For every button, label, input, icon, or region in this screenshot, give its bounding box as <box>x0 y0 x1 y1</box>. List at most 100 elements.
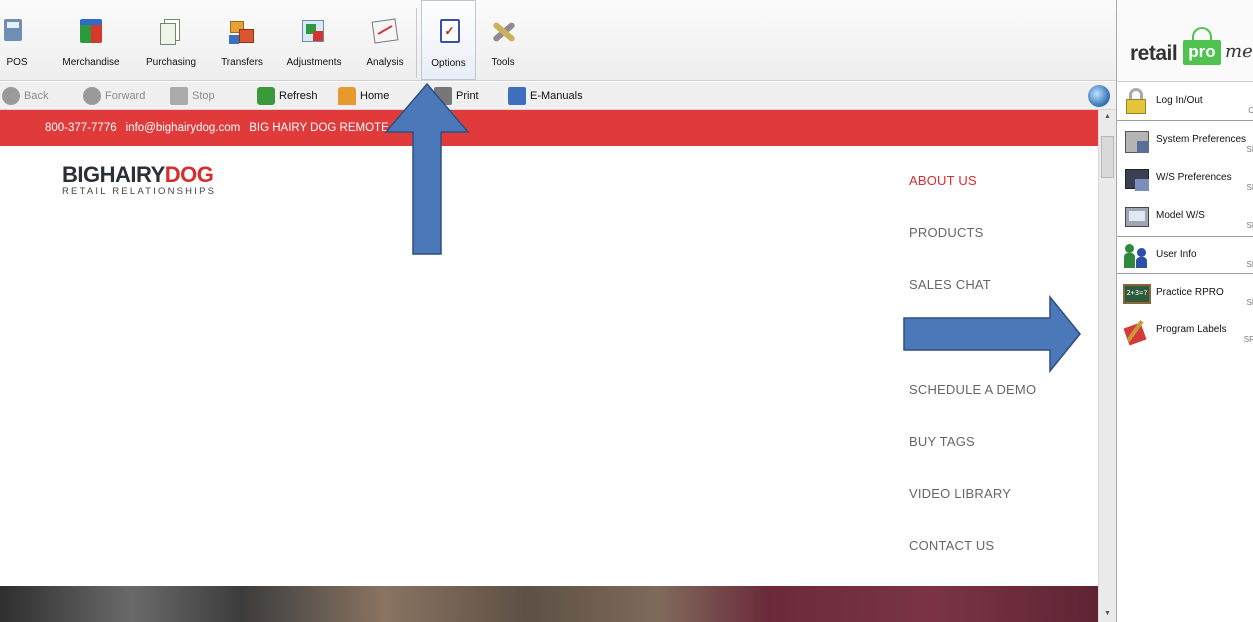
menu-contact-us[interactable]: CONTACT US <box>909 538 994 553</box>
toolbar-transfers-button[interactable]: Transfers <box>218 0 266 80</box>
home-icon <box>338 87 356 105</box>
refresh-button[interactable]: Refresh <box>257 86 318 106</box>
brand-retail-text: retail <box>1130 42 1178 65</box>
logo-tagline: RETAIL RELATIONSHIPS <box>62 186 217 197</box>
forward-arrow-icon <box>83 87 101 105</box>
workstation-preferences-icon <box>1123 165 1151 193</box>
side-item-model-ws[interactable]: Model W/S SI <box>1123 198 1253 236</box>
back-arrow-icon <box>2 87 20 105</box>
side-item-system-preferences[interactable]: System Preferences SI <box>1123 122 1253 160</box>
stop-button[interactable]: Stop <box>170 86 215 106</box>
side-item-user-info[interactable]: User Info SI <box>1123 237 1253 275</box>
refresh-icon <box>257 87 275 105</box>
logo-text-accent: DOG <box>164 162 214 187</box>
toolbar-label: Options <box>431 58 466 69</box>
brand-pro-text: pro <box>1183 40 1221 65</box>
side-item-shortcut: SI <box>1246 260 1253 269</box>
browser-nav-bar: Back Forward Stop Refresh Home Print E-M… <box>0 82 1116 110</box>
forward-button[interactable]: Forward <box>83 86 145 106</box>
side-item-practice-rpro[interactable]: 2+3=? Practice RPRO SI <box>1123 275 1253 313</box>
email-link[interactable]: info@bighairydog.com <box>126 122 241 134</box>
menu-video-library[interactable]: VIDEO LIBRARY <box>909 486 1011 501</box>
phone-number[interactable]: 800-377-7776 <box>45 122 117 134</box>
toolbar-analysis-button[interactable]: Analysis <box>364 0 406 80</box>
side-item-label: User Info <box>1156 249 1197 260</box>
hero-image <box>0 586 1098 622</box>
scroll-up-icon[interactable]: ▲ <box>1104 113 1111 120</box>
site-logo[interactable]: BIGHAIRYDOG <box>62 162 214 188</box>
side-item-label: Program Labels <box>1156 324 1227 335</box>
chalkboard-icon: 2+3=? <box>1123 280 1151 308</box>
side-item-program-labels[interactable]: Program Labels SF <box>1123 312 1253 350</box>
side-item-ws-preferences[interactable]: W/S Preferences SI <box>1123 160 1253 198</box>
menu-buy-tags[interactable]: BUY TAGS <box>909 434 975 449</box>
emanuals-button[interactable]: E-Manuals <box>508 86 583 106</box>
transfers-boxes-icon <box>227 17 257 47</box>
side-item-login[interactable]: Log In/Out C <box>1123 83 1253 121</box>
toolbar-label: Tools <box>491 57 515 68</box>
contact-bar: 800-377-7776 info@bighairydog.com BIG HA… <box>0 110 1098 146</box>
toolbar-tools-button[interactable]: Tools <box>485 0 521 80</box>
stop-icon <box>170 87 188 105</box>
module-toolbar: POS Merchandise Purchasing Transfers Adj… <box>0 0 1116 81</box>
options-checklist-icon: ✓ <box>434 18 464 48</box>
side-item-label: Practice RPRO <box>1156 287 1224 298</box>
menu-about-us[interactable]: ABOUT US <box>909 173 977 188</box>
toolbar-options-button[interactable]: ✓ Options <box>421 0 476 80</box>
side-item-shortcut: SF <box>1243 335 1253 344</box>
menu-schedule-demo[interactable]: SCHEDULE A DEMO <box>909 382 1036 397</box>
toolbar-label: Merchandise <box>62 57 120 68</box>
scroll-down-icon[interactable]: ▼ <box>1104 610 1111 617</box>
model-workstation-icon <box>1123 203 1151 231</box>
adjustments-icon <box>299 17 329 47</box>
brand-me-text: me <box>1225 41 1253 62</box>
toolbar-purchasing-button[interactable]: Purchasing <box>143 0 199 80</box>
side-item-label: Model W/S <box>1156 210 1205 221</box>
side-item-label: Log In/Out <box>1156 95 1203 106</box>
side-divider <box>1117 273 1253 274</box>
padlock-icon <box>1123 88 1151 116</box>
globe-icon[interactable] <box>1088 85 1110 107</box>
books-icon <box>508 87 526 105</box>
program-labels-icon <box>1123 317 1151 346</box>
toolbar-label: Transfers <box>221 57 263 68</box>
right-arrow-annotation <box>903 294 1081 374</box>
menu-sales-chat[interactable]: SALES CHAT <box>909 277 991 292</box>
toolbar-adjustments-button[interactable]: Adjustments <box>284 0 344 80</box>
tools-wrench-icon <box>488 17 518 47</box>
toolbar-label: Adjustments <box>286 57 342 68</box>
toolbar-pos-button[interactable]: POS <box>2 0 32 80</box>
toolbar-label: Purchasing <box>145 57 197 68</box>
retailpro-logo: retail pro me <box>1117 0 1253 82</box>
up-arrow-annotation <box>384 82 470 255</box>
side-item-shortcut: SI <box>1246 221 1253 230</box>
menu-products[interactable]: PRODUCTS <box>909 225 984 240</box>
purchasing-documents-icon <box>156 17 186 47</box>
toolbar-label: POS <box>6 57 28 68</box>
toolbar-label: Analysis <box>366 57 404 68</box>
back-button[interactable]: Back <box>2 86 48 106</box>
side-item-shortcut: SI <box>1246 145 1253 154</box>
users-icon <box>1123 242 1151 270</box>
scroll-thumb[interactable] <box>1101 136 1114 178</box>
toolbar-merchandise-button[interactable]: Merchandise <box>60 0 122 80</box>
forward-label: Forward <box>105 90 146 102</box>
options-side-panel: retail pro me Log In/Out C System Prefer… <box>1116 0 1253 622</box>
merchandise-cube-icon <box>76 17 106 47</box>
stop-label: Stop <box>192 90 215 102</box>
back-label: Back <box>24 90 49 102</box>
analysis-chart-icon <box>370 17 400 47</box>
logo-text: BIGHAIRY <box>62 162 165 187</box>
side-item-label: System Preferences <box>1156 134 1247 145</box>
system-preferences-icon <box>1123 127 1151 155</box>
emanuals-label: E-Manuals <box>530 90 583 102</box>
side-divider <box>1117 120 1253 121</box>
side-item-shortcut: SI <box>1246 183 1253 192</box>
toolbar-divider <box>416 8 417 78</box>
refresh-label: Refresh <box>279 90 318 102</box>
side-item-shortcut: C <box>1248 106 1253 115</box>
pos-register-icon <box>2 17 32 47</box>
side-item-label: W/S Preferences <box>1156 172 1232 183</box>
vertical-scrollbar[interactable]: ▲ ▼ <box>1098 110 1116 622</box>
side-item-shortcut: SI <box>1246 298 1253 307</box>
